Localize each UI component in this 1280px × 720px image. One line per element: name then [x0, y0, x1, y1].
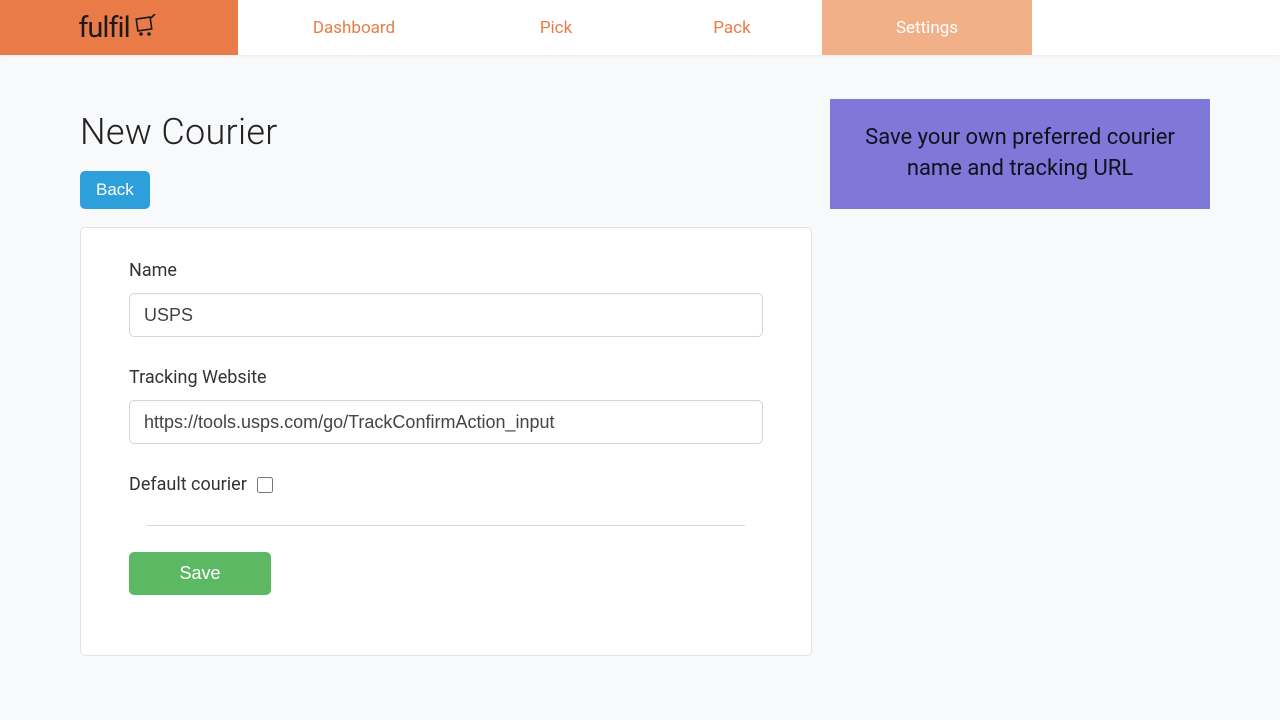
save-button[interactable]: Save [129, 552, 271, 595]
info-box: Save your own preferred courier name and… [830, 99, 1210, 209]
default-courier-row: Default courier [129, 474, 763, 495]
divider [147, 525, 745, 526]
content: New Courier Back Name Tracking Website D… [0, 55, 1280, 656]
back-button[interactable]: Back [80, 171, 150, 209]
nav-dashboard[interactable]: Dashboard [238, 0, 470, 55]
main-column: New Courier Back Name Tracking Website D… [80, 111, 812, 656]
default-courier-label: Default courier [129, 474, 247, 495]
logo-text: fulfil [78, 11, 129, 45]
logo[interactable]: fulfil [78, 10, 159, 46]
logo-cell: fulfil [0, 0, 238, 55]
nav-pick[interactable]: Pick [470, 0, 642, 55]
tracking-label: Tracking Website [129, 367, 763, 388]
nav-settings[interactable]: Settings [822, 0, 1032, 55]
form-card: Name Tracking Website Default courier Sa… [80, 227, 812, 656]
tracking-input[interactable] [129, 400, 763, 444]
name-input[interactable] [129, 293, 763, 337]
top-nav: fulfil Dashboard Pick Pack Settings [0, 0, 1280, 55]
page-title: New Courier [80, 111, 812, 153]
default-courier-checkbox[interactable] [257, 477, 273, 493]
cart-icon [134, 12, 160, 46]
name-label: Name [129, 260, 763, 281]
nav-pack[interactable]: Pack [642, 0, 822, 55]
side-column: Save your own preferred courier name and… [830, 111, 1210, 656]
